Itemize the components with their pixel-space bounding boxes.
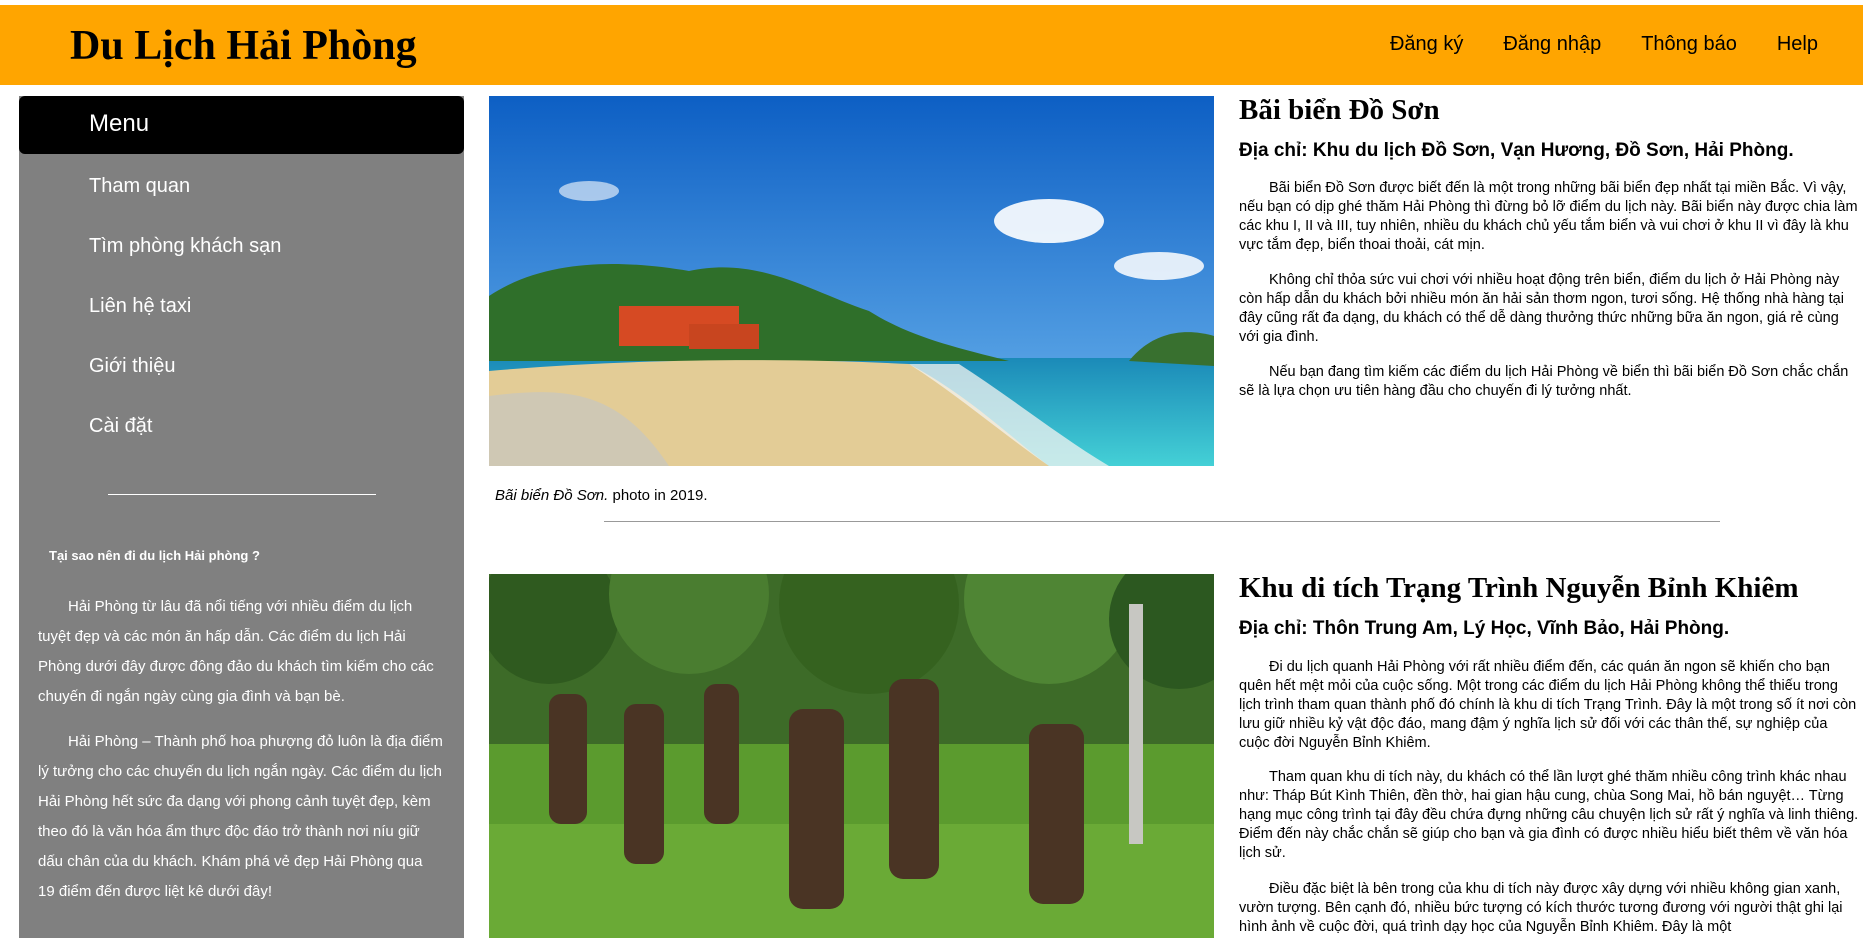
article-paragraph: Điều đặc biệt là bên trong của khu di tí… [1239, 881, 1843, 935]
nav-notifications-link[interactable]: Thông báo [1641, 33, 1737, 56]
caption-text: photo in 2019. [608, 487, 708, 504]
article-paragraph: Bãi biển Đồ Sơn được biết đến là một tro… [1239, 180, 1858, 253]
sidebar-divider [108, 494, 376, 495]
sidebar-paragraph: Hải Phòng – Thành phố hoa phượng đỏ luôn… [38, 733, 443, 900]
sidebar-item-hotel-search[interactable]: Tìm phòng khách sạn [89, 235, 281, 258]
sidebar-item-sightseeing[interactable]: Tham quan [89, 175, 190, 198]
why-title: Tại sao nên đi du lịch Hải phòng ? [49, 548, 260, 563]
nav-help-link[interactable]: Help [1777, 33, 1818, 56]
beach-photo [489, 96, 1214, 466]
article-address: Địa chỉ: Thôn Trung Am, Lý Học, Vĩnh Bảo… [1239, 618, 1730, 639]
article-paragraph: Không chỉ thỏa sức vui chơi với nhiều ho… [1239, 272, 1844, 345]
article-title: Khu di tích Trạng Trình Nguyễn Bỉnh Khiê… [1239, 572, 1799, 604]
nav-register-link[interactable]: Đăng ký [1390, 33, 1463, 56]
caption-place: Bãi biển Đồ Sơn. [495, 487, 609, 504]
photo-caption: Bãi biển Đồ Sơn. photo in 2019. [495, 487, 708, 504]
top-nav: Đăng ký Đăng nhập Thông báo Help [1390, 33, 1818, 56]
statue-garden-photo [489, 574, 1214, 938]
header-bar: Du Lịch Hải Phòng Đăng ký Đăng nhập Thôn… [0, 5, 1863, 85]
sidebar-paragraph: Hải Phòng từ lâu đã nổi tiếng với nhiều … [38, 598, 434, 705]
article-paragraph: Đi du lịch quanh Hải Phòng với rất nhiều… [1239, 659, 1857, 751]
sidebar: Menu Tham quan Tìm phòng khách sạn Liên … [19, 96, 464, 938]
article-divider [604, 521, 1720, 522]
sidebar-item-taxi[interactable]: Liên hệ taxi [89, 295, 191, 318]
nav-login-link[interactable]: Đăng nhập [1503, 33, 1601, 56]
article-address: Địa chỉ: Khu du lịch Đồ Sơn, Vạn Hương, … [1239, 140, 1794, 161]
article-paragraph: Tham quan khu di tích này, du khách có t… [1239, 769, 1859, 861]
menu-header: Menu [19, 96, 464, 154]
sidebar-item-settings[interactable]: Cài đặt [89, 415, 152, 438]
site-title[interactable]: Du Lịch Hải Phòng [70, 22, 417, 70]
article-paragraph: Nếu bạn đang tìm kiếm các điểm du lịch H… [1239, 364, 1849, 399]
sidebar-item-about[interactable]: Giới thiệu [89, 355, 175, 378]
article-title: Bãi biển Đồ Sơn [1239, 94, 1440, 126]
menu-title: Menu [89, 110, 150, 137]
